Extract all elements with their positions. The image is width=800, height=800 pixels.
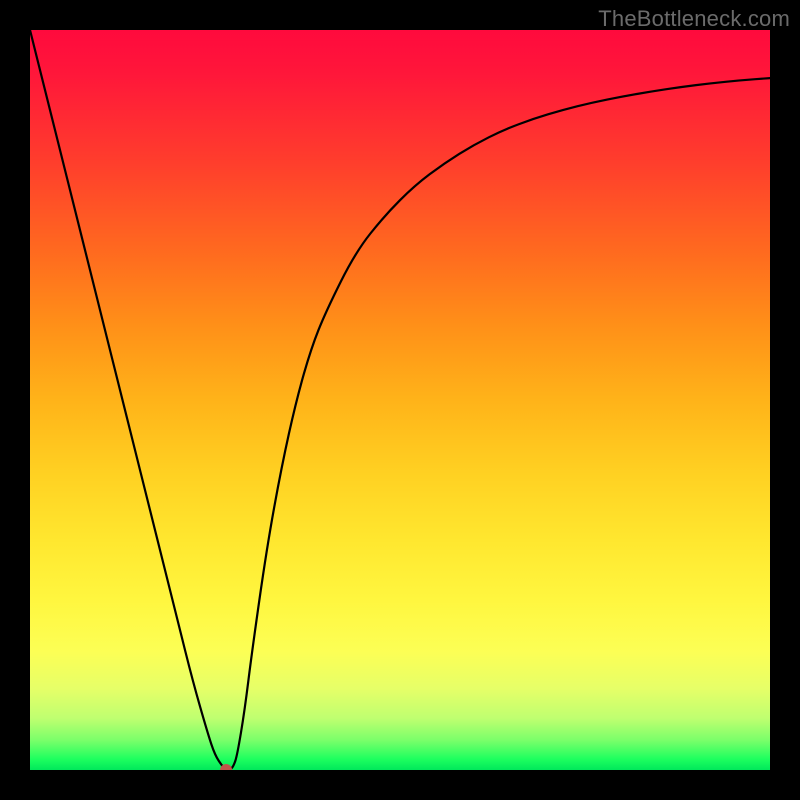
bottleneck-curve [30,30,770,770]
plot-area [30,30,770,770]
chart-container: TheBottleneck.com [0,0,800,800]
watermark-text: TheBottleneck.com [598,6,790,32]
curve-path [30,30,770,770]
